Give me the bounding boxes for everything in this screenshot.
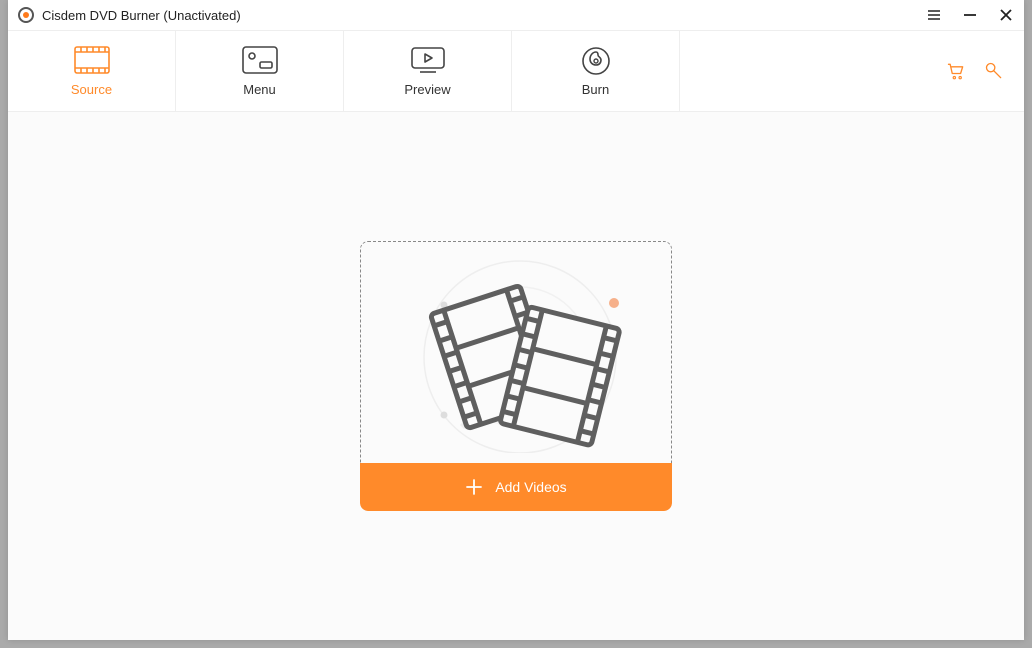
tab-menu-label: Menu [243,82,276,97]
step-tabs: Source Menu Preview [8,30,1024,112]
add-videos-button[interactable]: Add Videos [360,463,672,511]
tab-source[interactable]: Source [8,31,176,111]
film-strips-icon [386,253,646,453]
menu-button[interactable] [926,7,942,23]
titlebar-right-icons [946,31,1024,111]
close-button[interactable] [998,7,1014,23]
burn-disc-icon [578,46,614,74]
preview-tv-icon [410,46,446,74]
app-icon [18,7,34,23]
window-title: Cisdem DVD Burner (Unactivated) [42,8,241,23]
tab-burn-label: Burn [582,82,609,97]
tab-preview[interactable]: Preview [344,31,512,111]
menu-grid-icon [242,46,278,74]
cart-icon[interactable] [946,61,966,81]
key-icon[interactable] [984,61,1004,81]
dropzone: Add Videos [360,241,672,511]
add-videos-label: Add Videos [495,479,566,495]
tab-source-label: Source [71,82,112,97]
tab-burn[interactable]: Burn [512,31,680,111]
content-area: Add Videos [8,112,1024,640]
tab-preview-label: Preview [404,82,450,97]
tab-menu[interactable]: Menu [176,31,344,111]
minimize-button[interactable] [962,7,978,23]
window-controls [926,7,1014,23]
film-icon [74,46,110,74]
app-window: Cisdem DVD Burner (Unactivated) Source [8,0,1024,640]
plus-icon [465,478,483,496]
dropzone-illustration[interactable] [360,241,672,463]
titlebar: Cisdem DVD Burner (Unactivated) [8,0,1024,30]
